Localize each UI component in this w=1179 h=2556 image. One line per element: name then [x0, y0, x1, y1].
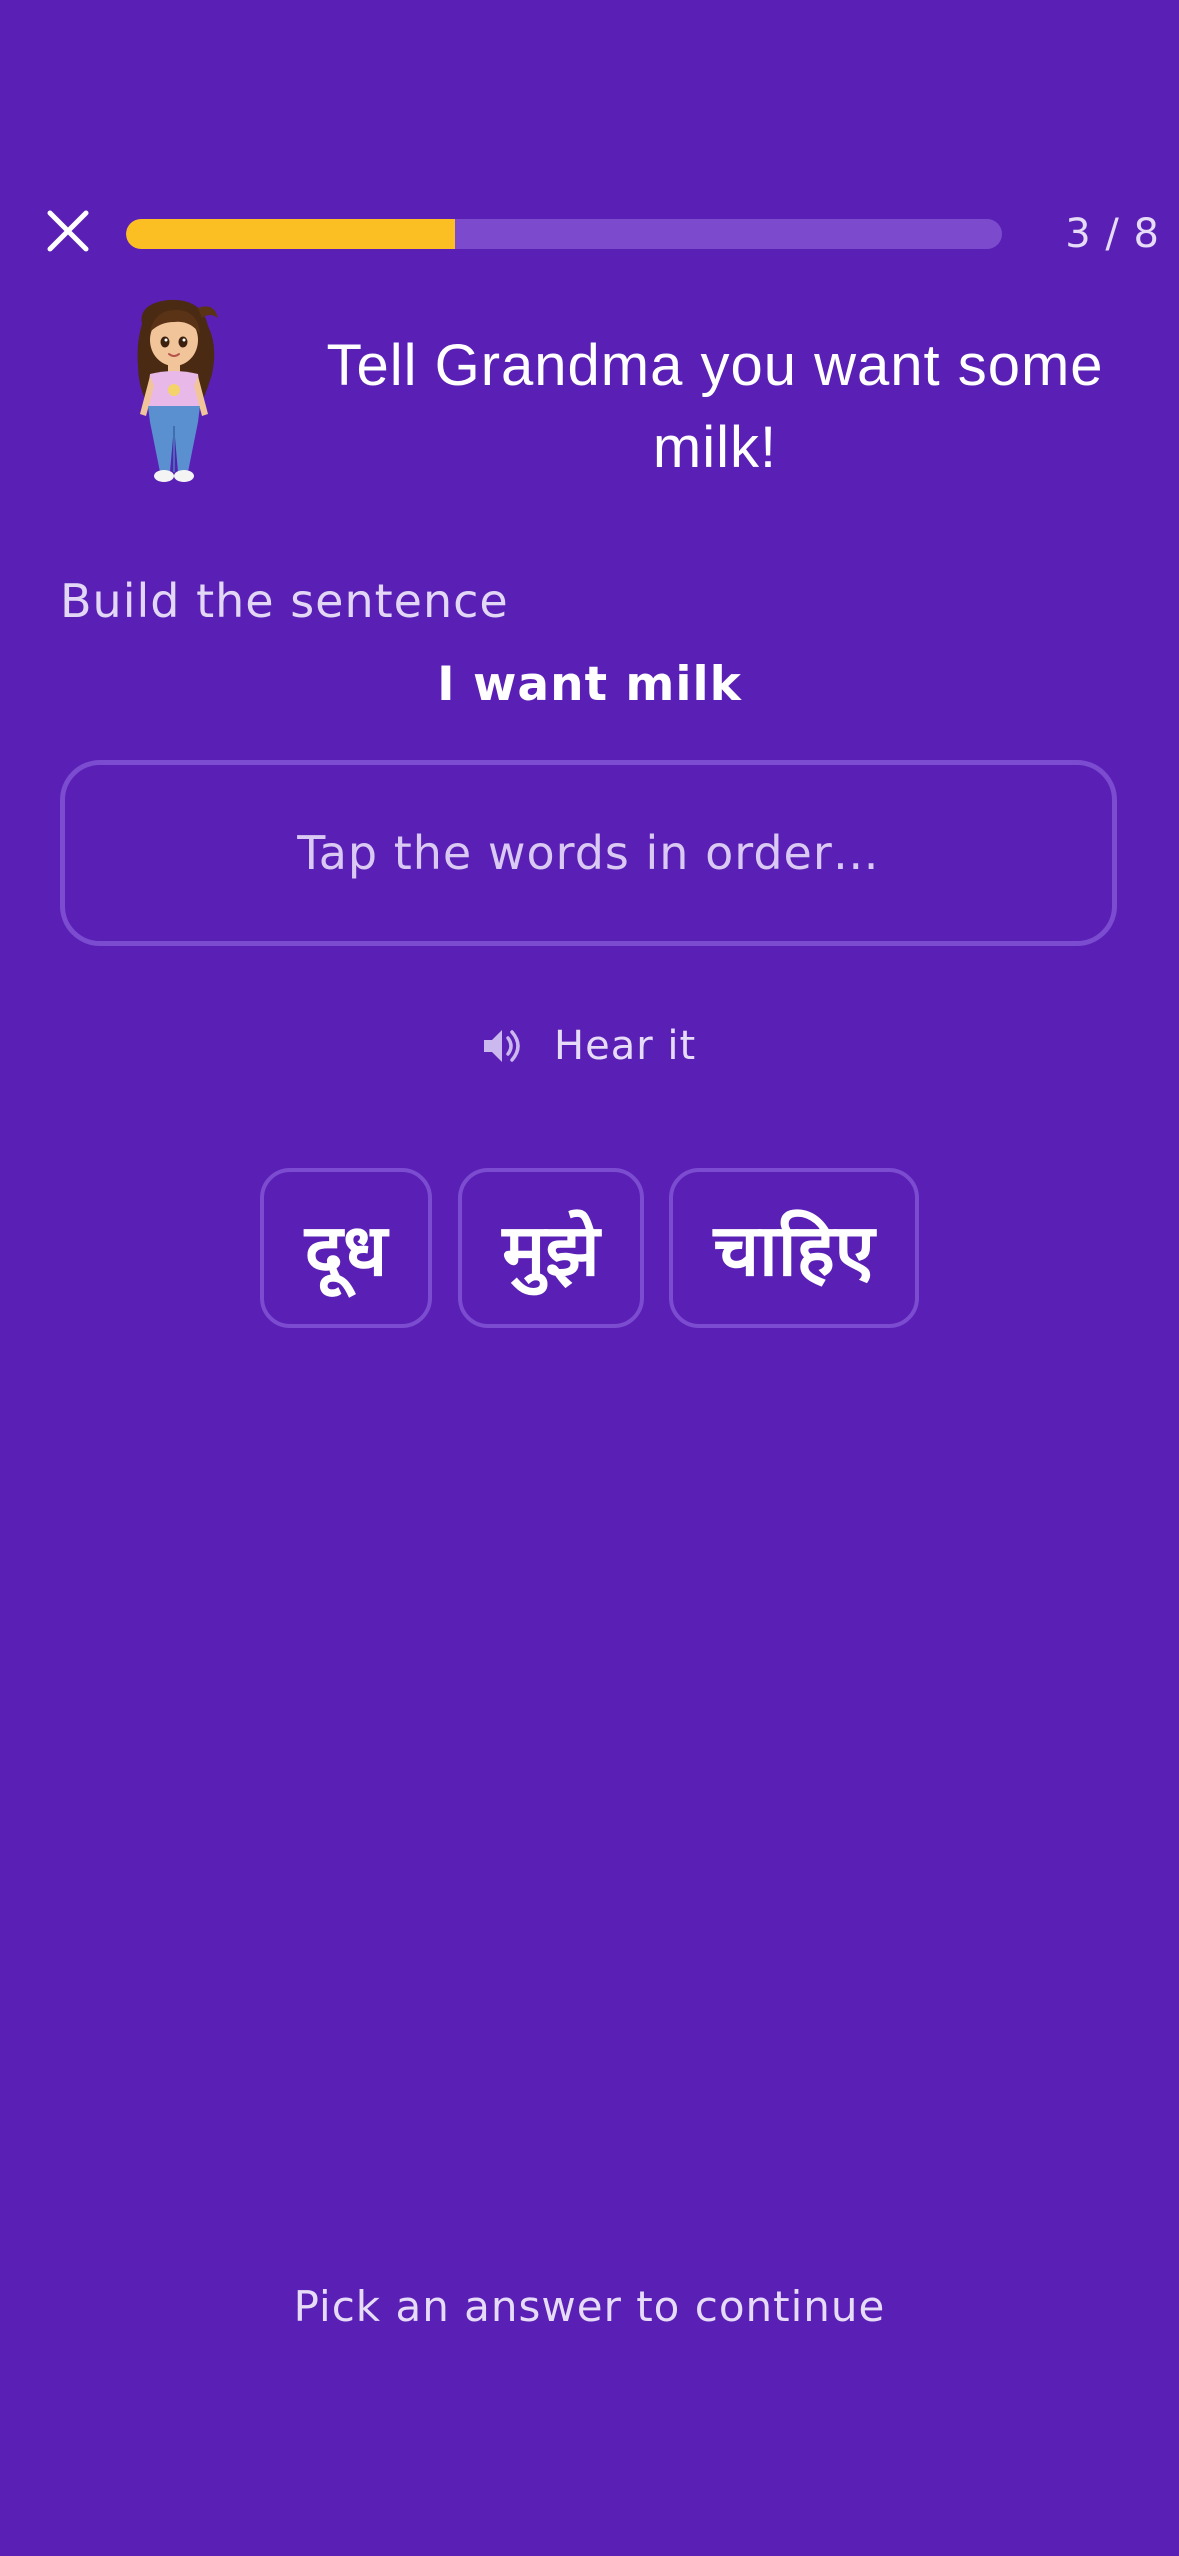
answer-drop-area[interactable]: Tap the words in order… [60, 760, 1117, 946]
word-chip[interactable]: दूध [260, 1168, 432, 1328]
progress-bar [126, 219, 1002, 249]
answer-placeholder: Tap the words in order… [297, 826, 880, 880]
progress-bar-fill [126, 219, 455, 249]
progress-count: 3 / 8 [1065, 211, 1160, 257]
speaker-icon [484, 1030, 520, 1062]
hear-it-button[interactable]: Hear it [480, 1016, 696, 1076]
word-chip[interactable]: चाहिए [669, 1168, 919, 1328]
instruction-label: Build the sentence [60, 574, 509, 628]
close-button[interactable] [40, 203, 96, 259]
continue-hint: Pick an answer to continue [293, 2282, 886, 2331]
close-icon [47, 210, 89, 252]
prompt-title: Tell Grandma you want some milk! [326, 333, 1104, 480]
girl-character-illustration [110, 296, 240, 486]
hear-it-label: Hear it [554, 1023, 697, 1069]
word-chip[interactable]: मुझे [458, 1168, 644, 1328]
target-sentence: I want milk [437, 657, 742, 712]
